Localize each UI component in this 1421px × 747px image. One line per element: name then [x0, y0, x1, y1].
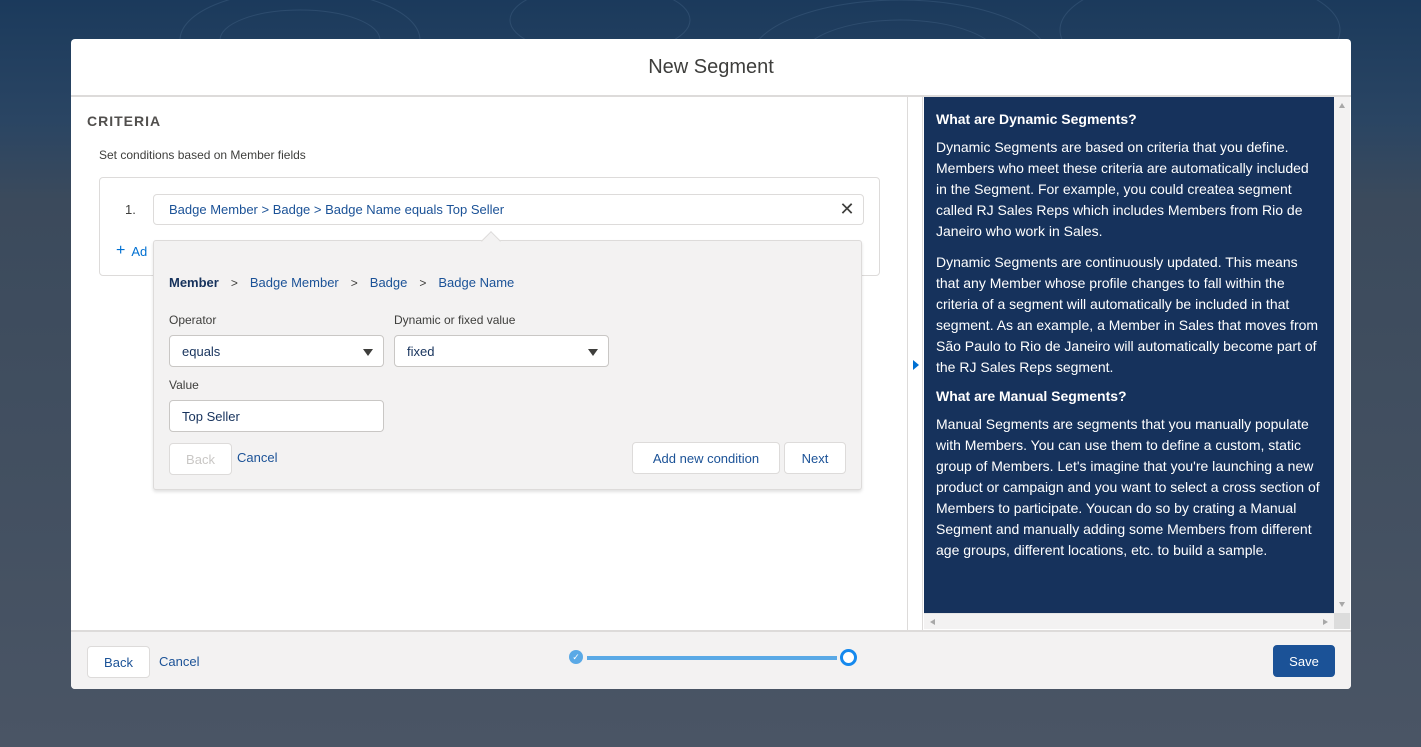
scrollbar-corner — [1334, 613, 1350, 629]
add-new-condition-button[interactable]: Add new condition — [632, 442, 780, 474]
help-heading-dynamic: What are Dynamic Segments? — [936, 111, 1137, 127]
help-panel: What are Dynamic Segments? Dynamic Segme… — [924, 97, 1334, 613]
condition-text: Badge Member > Badge > Badge Name equals… — [169, 202, 505, 217]
editor-back-button[interactable]: Back — [169, 443, 232, 475]
add-icon: + — [116, 242, 126, 259]
dynamic-fixed-select[interactable]: fixed — [394, 335, 609, 367]
operator-select[interactable]: equals — [169, 335, 384, 367]
footer-back-button[interactable]: Back — [87, 646, 150, 678]
modal-title: New Segment — [648, 55, 774, 78]
value-input[interactable]: Top Seller — [169, 400, 384, 432]
progress-step-active[interactable] — [840, 649, 857, 666]
breadcrumb-separator: > — [350, 275, 358, 290]
footer-cancel-link[interactable]: Cancel — [159, 654, 199, 669]
help-paragraph: Dynamic Segments are based on criteria t… — [936, 139, 1309, 239]
help-paragraph: Dynamic Segments are continuously update… — [936, 254, 1319, 375]
add-condition-label: Ad — [131, 243, 148, 259]
close-icon[interactable]: ✕ — [839, 200, 855, 218]
modal-body: CRITERIA Set conditions based on Member … — [71, 97, 1351, 630]
chevron-down-icon — [588, 349, 598, 356]
modal-header: New Segment — [71, 39, 1351, 97]
dynamic-fixed-value: fixed — [407, 343, 435, 359]
breadcrumb-badge[interactable]: Badge — [370, 275, 408, 290]
editor-cancel-link[interactable]: Cancel — [237, 450, 277, 465]
operator-label: Operator — [169, 313, 217, 327]
breadcrumb-separator: > — [419, 275, 427, 290]
condition-number: 1. — [125, 202, 136, 217]
breadcrumb-separator: > — [230, 275, 238, 290]
scroll-up-icon[interactable] — [1339, 103, 1345, 108]
scroll-down-icon[interactable] — [1339, 602, 1345, 607]
criteria-subtitle: Set conditions based on Member fields — [99, 148, 306, 162]
chevron-down-icon — [363, 349, 373, 356]
criteria-heading: CRITERIA — [87, 113, 162, 129]
progress-track — [587, 656, 837, 660]
breadcrumb-badge-name[interactable]: Badge Name — [438, 275, 514, 290]
horizontal-scrollbar[interactable] — [924, 613, 1334, 629]
breadcrumb-badge-member[interactable]: Badge Member — [250, 275, 339, 290]
caret-right-icon[interactable] — [913, 360, 919, 370]
condition-editor-popover: Member > Badge Member > Badge > Badge Na… — [153, 231, 862, 490]
breadcrumb-root: Member — [169, 275, 219, 290]
help-heading-manual: What are Manual Segments? — [936, 388, 1127, 404]
value-text: Top Seller — [182, 408, 240, 424]
modal-footer: Back Cancel ✓ Save — [71, 630, 1351, 689]
condition-pill[interactable]: Badge Member > Badge > Badge Name equals… — [153, 194, 864, 225]
field-breadcrumb: Member > Badge Member > Badge > Badge Na… — [169, 275, 514, 290]
next-button[interactable]: Next — [784, 442, 846, 474]
check-icon[interactable]: ✓ — [569, 650, 583, 664]
new-segment-modal: New Segment CRITERIA Set conditions base… — [71, 39, 1351, 689]
help-paragraph: Manual Segments are segments that you ma… — [936, 416, 1320, 558]
dynamic-fixed-label: Dynamic or fixed value — [394, 313, 516, 327]
vertical-scrollbar[interactable] — [1334, 97, 1350, 613]
add-condition-link[interactable]: + Ad — [116, 242, 147, 260]
value-label: Value — [169, 378, 199, 392]
scroll-right-icon[interactable] — [1323, 619, 1328, 625]
scroll-left-icon[interactable] — [930, 619, 935, 625]
operator-value: equals — [182, 343, 221, 359]
save-button[interactable]: Save — [1273, 645, 1335, 677]
